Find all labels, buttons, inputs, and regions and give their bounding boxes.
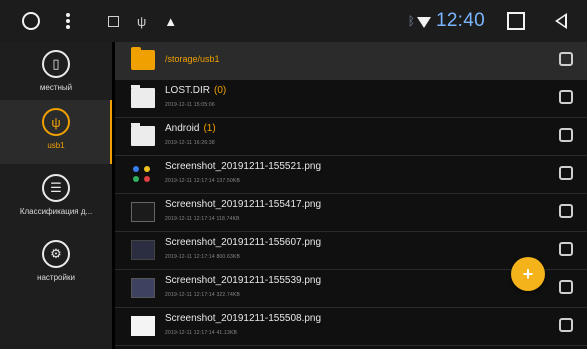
add-fab-button[interactable]: +: [511, 257, 545, 291]
file-meta: 2019-12-11 12:17:14 118.74KB: [165, 216, 240, 222]
row-checkbox[interactable]: [559, 90, 573, 104]
file-list: /storage/usb1 LOST.DIR (0) 2019-12-11 15:…: [115, 42, 587, 349]
file-name: Screenshot_20191211-155521.png: [165, 161, 322, 172]
file-name: Screenshot_20191211-155417.png: [165, 199, 322, 210]
status-bar: ψ ▲ ᛒ 12:40: [0, 0, 587, 42]
recents-square-icon[interactable]: [507, 12, 525, 30]
row-checkbox[interactable]: [559, 242, 573, 256]
image-thumbnail-icon: [131, 240, 155, 260]
file-meta: 2019-12-11 16:26:38: [165, 140, 215, 146]
sidebar-item-settings[interactable]: ⚙ настройки: [0, 232, 112, 296]
usb-icon: ψ: [137, 13, 147, 29]
image-thumbnail-icon: [131, 202, 155, 222]
folder-icon: [131, 85, 155, 108]
file-name: Screenshot_20191211-155539.png: [165, 275, 322, 286]
row-checkbox[interactable]: [559, 128, 573, 142]
row-checkbox[interactable]: [559, 318, 573, 332]
file-name: Android (1): [165, 123, 216, 134]
image-thumbnail-icon: [131, 316, 155, 336]
list-item[interactable]: LOST.DIR (0) 2019-12-11 15:05:06: [115, 80, 587, 118]
select-all-checkbox[interactable]: [559, 52, 573, 66]
current-path: /storage/usb1: [165, 54, 220, 64]
list-item[interactable]: Screenshot_20191211-155521.png 2019-12-1…: [115, 156, 587, 194]
row-checkbox[interactable]: [559, 204, 573, 218]
wifi-icon: [416, 16, 431, 28]
sidebar-item-label: настройки: [37, 273, 75, 282]
sidebar-item-label: местный: [39, 83, 73, 92]
warning-icon: ▲: [164, 13, 178, 29]
sidebar-item-label: Классификация д...: [19, 207, 93, 216]
sidebar-item-local[interactable]: ▯ местный: [0, 42, 112, 106]
list-item[interactable]: Screenshot_20191211-155508.png 2019-12-1…: [115, 308, 587, 346]
folder-icon: [131, 123, 155, 146]
more-dots-icon[interactable]: [66, 13, 70, 29]
list-icon: ☰: [42, 174, 70, 202]
home-circle-icon[interactable]: [22, 12, 40, 30]
sidebar-item-usb1[interactable]: ψ usb1: [0, 100, 112, 164]
clock: 12:40: [435, 10, 485, 31]
bluetooth-icon: ᛒ: [407, 14, 415, 28]
sidebar-item-label: usb1: [47, 141, 65, 150]
back-triangle-icon[interactable]: [555, 13, 567, 29]
sidebar: ▯ местный ψ usb1 ☰ Классификация д... ⚙ …: [0, 42, 115, 349]
list-item[interactable]: Android (1) 2019-12-11 16:26:38: [115, 118, 587, 156]
file-meta: 2019-12-11 12:17:14 800.63KB: [165, 254, 241, 260]
row-checkbox[interactable]: [559, 166, 573, 180]
path-row[interactable]: /storage/usb1: [115, 42, 587, 80]
file-name: Screenshot_20191211-155607.png: [165, 237, 322, 248]
usb-icon: ψ: [42, 108, 70, 136]
image-icon: [108, 15, 119, 27]
list-item[interactable]: Screenshot_20191211-155417.png 2019-12-1…: [115, 194, 587, 232]
phone-storage-icon: ▯: [42, 50, 70, 78]
file-meta: 2019-12-11 15:05:06: [165, 102, 215, 108]
image-thumbnail-icon: [131, 278, 155, 298]
gear-icon: ⚙: [42, 240, 70, 268]
file-meta: 2019-12-11 12:17:14 137.50KB: [165, 178, 241, 184]
file-name: LOST.DIR (0): [165, 85, 227, 96]
image-thumbnail-icon: [131, 164, 155, 184]
file-meta: 2019-12-11 12:17:14 322.74KB: [165, 292, 241, 298]
file-name: Screenshot_20191211-155508.png: [165, 313, 322, 324]
row-checkbox[interactable]: [559, 280, 573, 294]
file-meta: 2019-12-11 12:17:14 41.13KB: [165, 330, 238, 336]
folder-icon: [131, 47, 155, 70]
sidebar-item-classification[interactable]: ☰ Классификация д...: [0, 166, 112, 230]
